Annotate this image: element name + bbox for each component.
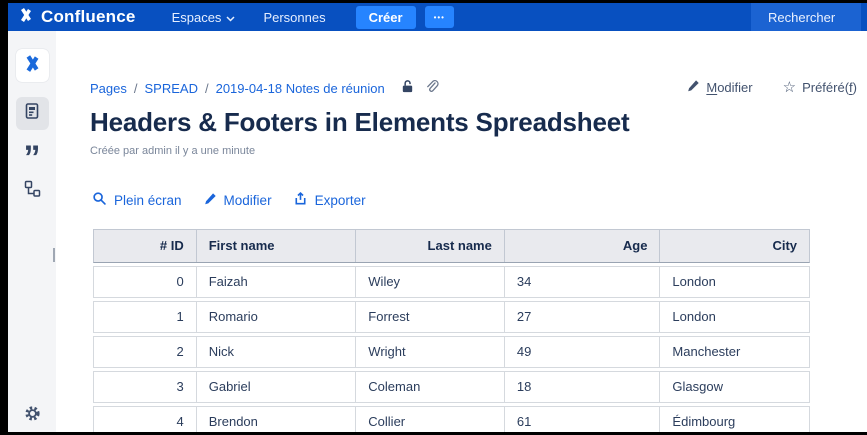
column-header-age[interactable]: Age bbox=[504, 230, 660, 262]
cell-age[interactable]: 27 bbox=[504, 302, 660, 332]
edit-page-button[interactable]: Modifier bbox=[686, 79, 752, 96]
cell-age[interactable]: 18 bbox=[504, 372, 660, 402]
column-header-id[interactable]: # ID bbox=[94, 230, 196, 262]
breadcrumb-pages[interactable]: Pages bbox=[90, 81, 127, 96]
cell-first-name[interactable]: Brendon bbox=[196, 407, 356, 432]
confluence-home-link[interactable]: Confluence bbox=[18, 7, 136, 28]
cell-first-name[interactable]: Faizah bbox=[196, 267, 356, 297]
magnifier-icon bbox=[92, 191, 107, 209]
gear-icon[interactable] bbox=[24, 405, 41, 427]
cell-age[interactable]: 34 bbox=[504, 267, 660, 297]
page-title: Headers & Footers in Elements Spreadshee… bbox=[90, 107, 629, 138]
page-document-icon bbox=[23, 102, 41, 125]
pencil-icon bbox=[203, 192, 217, 209]
paperclip-icon[interactable] bbox=[424, 79, 439, 97]
pencil-icon bbox=[686, 79, 700, 96]
breadcrumb-space[interactable]: SPREAD bbox=[145, 81, 198, 96]
fullscreen-button[interactable]: Plein écran bbox=[92, 191, 182, 209]
cell-city[interactable]: Manchester bbox=[659, 337, 809, 367]
cell-first-name[interactable]: Gabriel bbox=[196, 372, 356, 402]
left-sidebar: ” bbox=[8, 31, 56, 432]
quote-icon[interactable]: ” bbox=[24, 143, 41, 169]
table-row: 2 Nick Wright 49 Manchester bbox=[93, 336, 810, 368]
cell-age[interactable]: 49 bbox=[504, 337, 660, 367]
page-actions: Modifier ☆ Préféré(f) bbox=[686, 79, 857, 96]
cell-first-name[interactable]: Romario bbox=[196, 302, 356, 332]
cell-last-name[interactable]: Wright bbox=[355, 337, 504, 367]
create-button[interactable]: Créer bbox=[356, 6, 416, 29]
export-icon bbox=[293, 191, 308, 209]
cell-first-name[interactable]: Nick bbox=[196, 337, 356, 367]
column-header-last-name[interactable]: Last name bbox=[355, 230, 504, 262]
confluence-space-logo-icon bbox=[23, 54, 42, 78]
table-row: 1 Romario Forrest 27 London bbox=[93, 301, 810, 333]
breadcrumb-separator: / bbox=[134, 81, 138, 96]
cell-city[interactable]: Glasgow bbox=[659, 372, 809, 402]
star-icon: ☆ bbox=[783, 81, 796, 95]
column-header-city[interactable]: City bbox=[659, 230, 809, 262]
confluence-logo-icon bbox=[18, 7, 34, 28]
cell-city[interactable]: London bbox=[659, 302, 809, 332]
chevron-down-icon bbox=[226, 10, 235, 25]
spreadsheet-table: # ID First name Last name Age City 0 Fai… bbox=[93, 229, 810, 432]
brand-name: Confluence bbox=[41, 7, 136, 27]
table-row: 3 Gabriel Coleman 18 Glasgow bbox=[93, 371, 810, 403]
breadcrumb-separator: / bbox=[205, 81, 209, 96]
edit-spreadsheet-button[interactable]: Modifier bbox=[203, 192, 272, 209]
cell-city[interactable]: London bbox=[659, 267, 809, 297]
page-content: Pages / SPREAD / 2019-04-18 Notes de réu… bbox=[56, 31, 867, 432]
cell-last-name[interactable]: Wiley bbox=[355, 267, 504, 297]
favourite-button[interactable]: ☆ Préféré(f) bbox=[783, 80, 857, 95]
nav-personnes[interactable]: Personnes bbox=[263, 10, 325, 25]
search-input[interactable]: Rechercher bbox=[751, 3, 861, 31]
cell-city[interactable]: Édimbourg bbox=[659, 407, 809, 432]
nav-espaces[interactable]: Espaces bbox=[172, 10, 236, 25]
sidebar-item-pages[interactable] bbox=[16, 97, 49, 130]
cell-age[interactable]: 61 bbox=[504, 407, 660, 432]
cell-id[interactable]: 3 bbox=[94, 372, 196, 402]
page-tree-icon[interactable] bbox=[23, 179, 42, 203]
top-navbar: Confluence Espaces Personnes Créer ••• R… bbox=[8, 3, 867, 31]
cell-id[interactable]: 4 bbox=[94, 407, 196, 432]
unlock-icon[interactable] bbox=[400, 79, 415, 97]
cell-last-name[interactable]: Coleman bbox=[355, 372, 504, 402]
table-row: 4 Brendon Collier 61 Édimbourg bbox=[93, 406, 810, 432]
column-header-first-name[interactable]: First name bbox=[196, 230, 356, 262]
sidebar-item-space-home[interactable] bbox=[16, 49, 49, 82]
breadcrumb: Pages / SPREAD / 2019-04-18 Notes de réu… bbox=[90, 79, 439, 97]
spreadsheet-toolbar: Plein écran Modifier Exporter bbox=[92, 191, 366, 209]
cell-last-name[interactable]: Forrest bbox=[355, 302, 504, 332]
cell-id[interactable]: 0 bbox=[94, 267, 196, 297]
cell-id[interactable]: 1 bbox=[94, 302, 196, 332]
byline: Créée par admin il y a une minute bbox=[90, 145, 255, 157]
breadcrumb-current-page[interactable]: 2019-04-18 Notes de réunion bbox=[216, 81, 385, 96]
cell-last-name[interactable]: Collier bbox=[355, 407, 504, 432]
search-placeholder: Rechercher bbox=[768, 10, 835, 25]
cell-id[interactable]: 2 bbox=[94, 337, 196, 367]
table-header-row: # ID First name Last name Age City bbox=[93, 229, 810, 263]
more-menu-button[interactable]: ••• bbox=[425, 6, 454, 28]
table-row: 0 Faizah Wiley 34 London bbox=[93, 266, 810, 298]
app-window: Confluence Espaces Personnes Créer ••• R… bbox=[0, 0, 867, 435]
export-button[interactable]: Exporter bbox=[293, 191, 366, 209]
